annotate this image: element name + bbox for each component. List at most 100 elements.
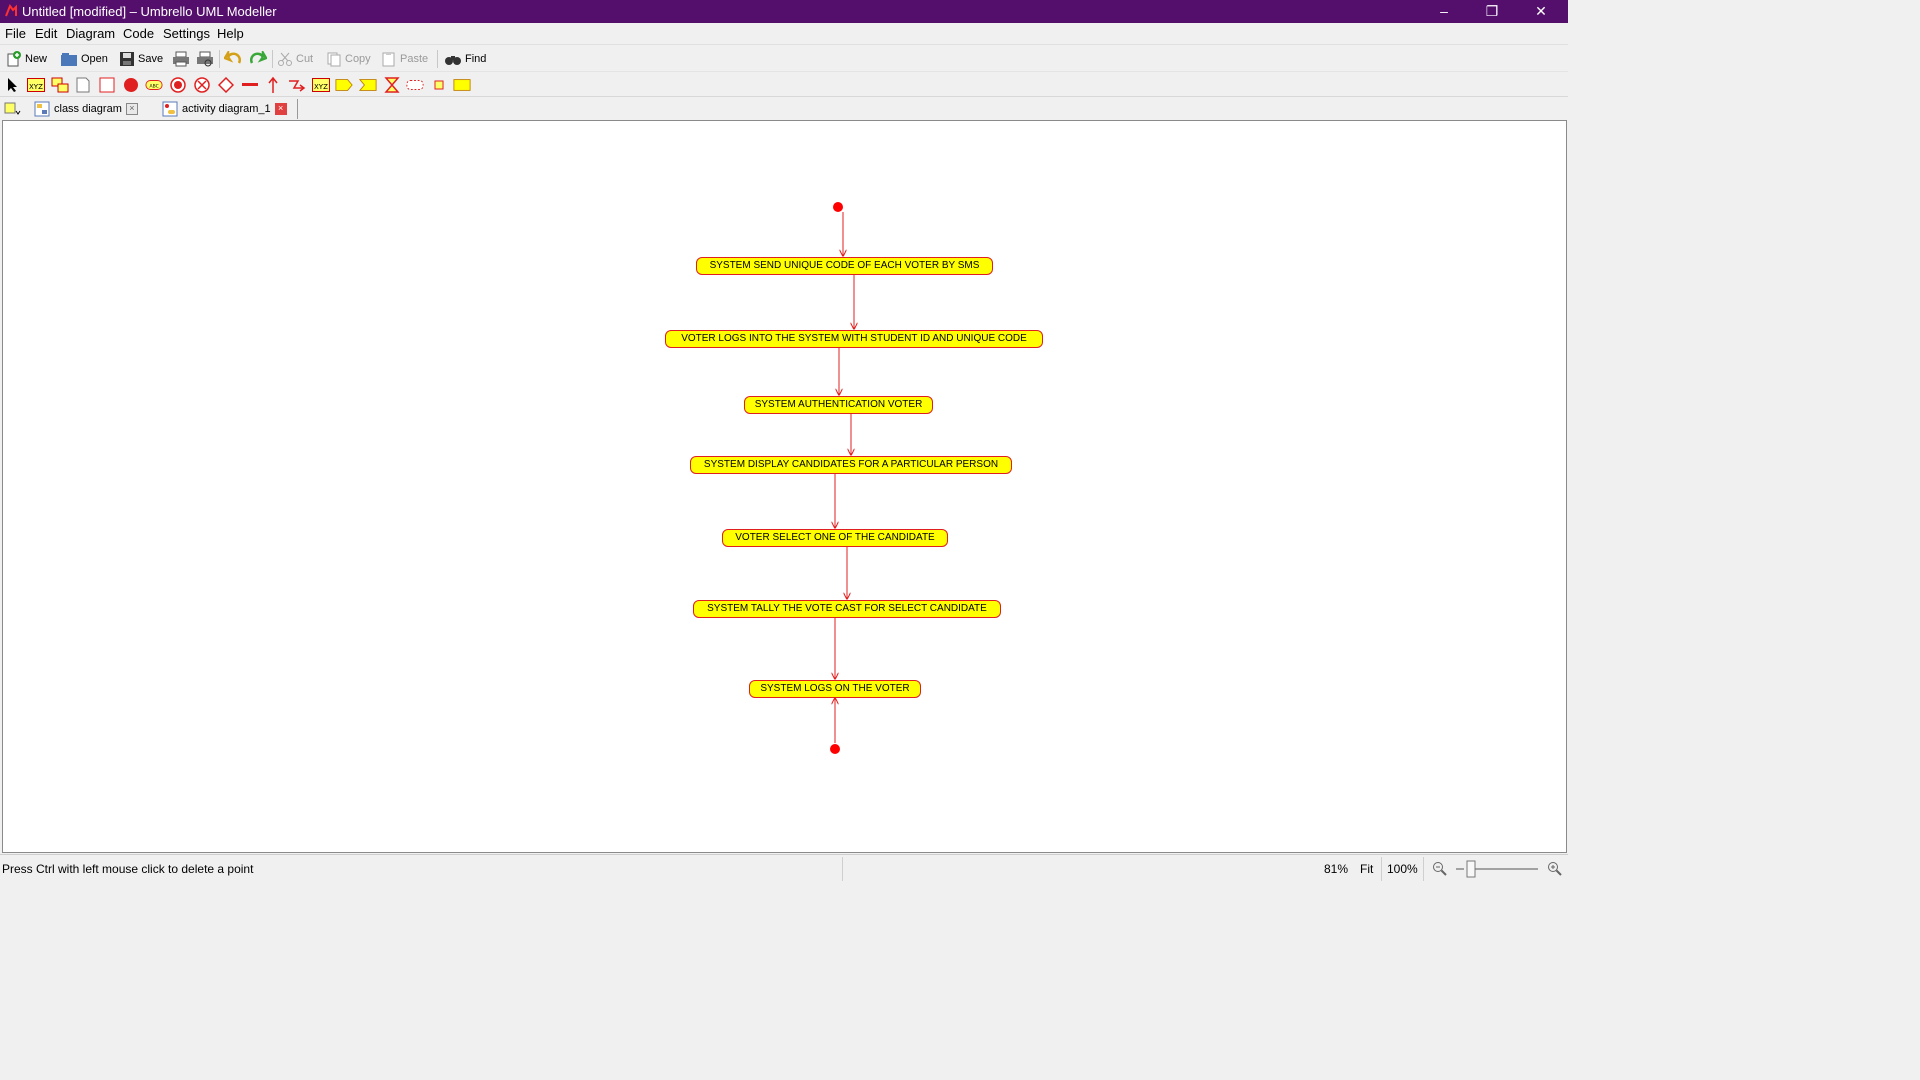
tab-activity-diagram[interactable]: activity diagram_1 ×: [162, 99, 287, 119]
save-button[interactable]: Save: [119, 49, 163, 69]
scissors-icon: [278, 52, 292, 66]
open-label: Open: [81, 53, 108, 65]
text-line-tool[interactable]: XYZ: [27, 76, 45, 94]
activity-node[interactable]: SYSTEM LOGS ON THE VOTER: [749, 680, 921, 698]
find-label: Find: [465, 53, 487, 65]
tab-class-diagram[interactable]: class diagram ×: [34, 99, 138, 119]
undo-button[interactable]: [224, 49, 242, 69]
note-tool[interactable]: [51, 76, 69, 94]
exception-arrow-icon: [289, 80, 306, 92]
status-message: Press Ctrl with left mouse click to dele…: [2, 862, 254, 876]
toolbar-separator: [437, 50, 438, 68]
box-tool[interactable]: [98, 76, 116, 94]
object-node-icon: XYZ: [312, 78, 330, 92]
tab-close-icon[interactable]: ×: [274, 103, 287, 115]
print-button[interactable]: [172, 49, 190, 69]
toolbar-separator: [272, 50, 273, 68]
end-activity-tool[interactable]: [169, 76, 187, 94]
transition-arrow-icon: [268, 76, 278, 93]
send-signal-tool[interactable]: [335, 76, 353, 94]
accept-signal-tool[interactable]: [359, 76, 377, 94]
pin-icon: [434, 80, 444, 90]
menu-diagram[interactable]: Diagram: [66, 26, 115, 41]
menu-bar: File Edit Diagram Code Settings Help: [0, 23, 1568, 44]
svg-text:XYZ: XYZ: [29, 83, 43, 91]
copy-icon: [327, 52, 341, 67]
copy-button[interactable]: Copy: [326, 49, 371, 69]
activity-partition-tool[interactable]: [453, 76, 471, 94]
object-node-tool[interactable]: XYZ: [312, 76, 330, 94]
new-button[interactable]: New: [6, 49, 47, 69]
cut-button[interactable]: Cut: [277, 49, 313, 69]
send-signal-icon: [335, 79, 353, 91]
redo-button[interactable]: [249, 49, 267, 69]
tab-close-icon[interactable]: ×: [125, 103, 138, 115]
close-button[interactable]: ✕: [1518, 0, 1564, 23]
accept-time-event-tool[interactable]: [383, 76, 401, 94]
new-icon: [7, 51, 21, 67]
paste-button[interactable]: Paste: [381, 49, 428, 69]
main-toolbar: New Open Save Cut Copy Paste Find: [0, 44, 1568, 72]
zoom-out-icon[interactable]: [1432, 861, 1448, 877]
print-icon: [173, 51, 189, 67]
restore-button[interactable]: ❐: [1469, 0, 1515, 23]
open-button[interactable]: Open: [60, 49, 108, 69]
activity-node[interactable]: SYSTEM DISPLAY CANDIDATES FOR A PARTICUL…: [690, 456, 1012, 474]
activity-transition-tool[interactable]: [264, 76, 282, 94]
cut-label: Cut: [296, 53, 314, 65]
region-icon: [406, 80, 424, 90]
zoom-100-button[interactable]: 100%: [1387, 862, 1418, 876]
diagram-canvas[interactable]: SYSTEM SEND UNIQUE CODE OF EACH VOTER BY…: [2, 120, 1567, 853]
anchor-tool[interactable]: [74, 76, 92, 94]
branch-merge-tool[interactable]: [217, 76, 235, 94]
activity-node[interactable]: VOTER LOGS INTO THE SYSTEM WITH STUDENT …: [665, 330, 1043, 348]
new-diagram-button[interactable]: [4, 99, 22, 119]
svg-text:ABC: ABC: [150, 84, 159, 90]
menu-edit[interactable]: Edit: [35, 26, 57, 41]
menu-code[interactable]: Code: [123, 26, 154, 41]
title-bar: Untitled [modified] – Umbrello UML Model…: [0, 0, 1568, 23]
pin-tool[interactable]: [430, 76, 448, 94]
partition-icon: [453, 79, 471, 91]
zoom-fit-button[interactable]: Fit: [1360, 862, 1373, 876]
find-button[interactable]: Find: [444, 49, 486, 69]
select-arrow-tool[interactable]: [4, 76, 22, 94]
initial-activity-tool[interactable]: [122, 76, 140, 94]
activity-widgets-toolbar: XYZ ABC XYZ: [0, 71, 1568, 97]
initial-node[interactable]: [833, 202, 843, 212]
save-label: Save: [138, 53, 164, 65]
redo-icon: [250, 51, 267, 64]
status-separator: [1423, 857, 1424, 881]
region-tool[interactable]: [406, 76, 424, 94]
activity-node[interactable]: VOTER SELECT ONE OF THE CANDIDATE: [722, 529, 948, 547]
menu-file[interactable]: File: [5, 26, 26, 41]
menu-help[interactable]: Help: [217, 26, 244, 41]
pointer-arrow-icon: [8, 78, 17, 92]
new-diagram-icon: [4, 102, 21, 115]
final-node-icon: [170, 77, 186, 93]
minimize-button[interactable]: –: [1421, 0, 1467, 23]
menu-settings[interactable]: Settings: [163, 26, 210, 41]
initial-node-icon: [124, 78, 138, 92]
zoom-in-icon[interactable]: [1547, 861, 1563, 877]
zoom-level: 81%: [1324, 862, 1349, 876]
print-preview-button[interactable]: [196, 49, 214, 69]
activity-node[interactable]: SYSTEM AUTHENTICATION VOTER: [744, 396, 933, 414]
fork-join-tool[interactable]: [241, 76, 259, 94]
activity-icon: ABC: [145, 80, 163, 90]
activity-node[interactable]: SYSTEM SEND UNIQUE CODE OF EACH VOTER BY…: [696, 257, 993, 275]
toolbar-separator: [219, 50, 220, 68]
status-bar: Press Ctrl with left mouse click to dele…: [0, 854, 1568, 883]
final-activity-tool[interactable]: [193, 76, 211, 94]
activity-node[interactable]: SYSTEM TALLY THE VOTE CAST FOR SELECT CA…: [693, 600, 1001, 618]
activity-tool[interactable]: ABC: [145, 76, 163, 94]
diagram-connectors: [830, 202, 1566, 754]
decision-diamond-icon: [218, 77, 234, 93]
final-node[interactable]: [830, 744, 840, 754]
copy-label: Copy: [345, 53, 371, 65]
exception-tool[interactable]: [288, 76, 306, 94]
zoom-slider[interactable]: [1454, 859, 1540, 879]
status-separator: [842, 857, 843, 881]
accept-signal-icon: [359, 79, 377, 91]
status-separator: [1381, 857, 1382, 881]
